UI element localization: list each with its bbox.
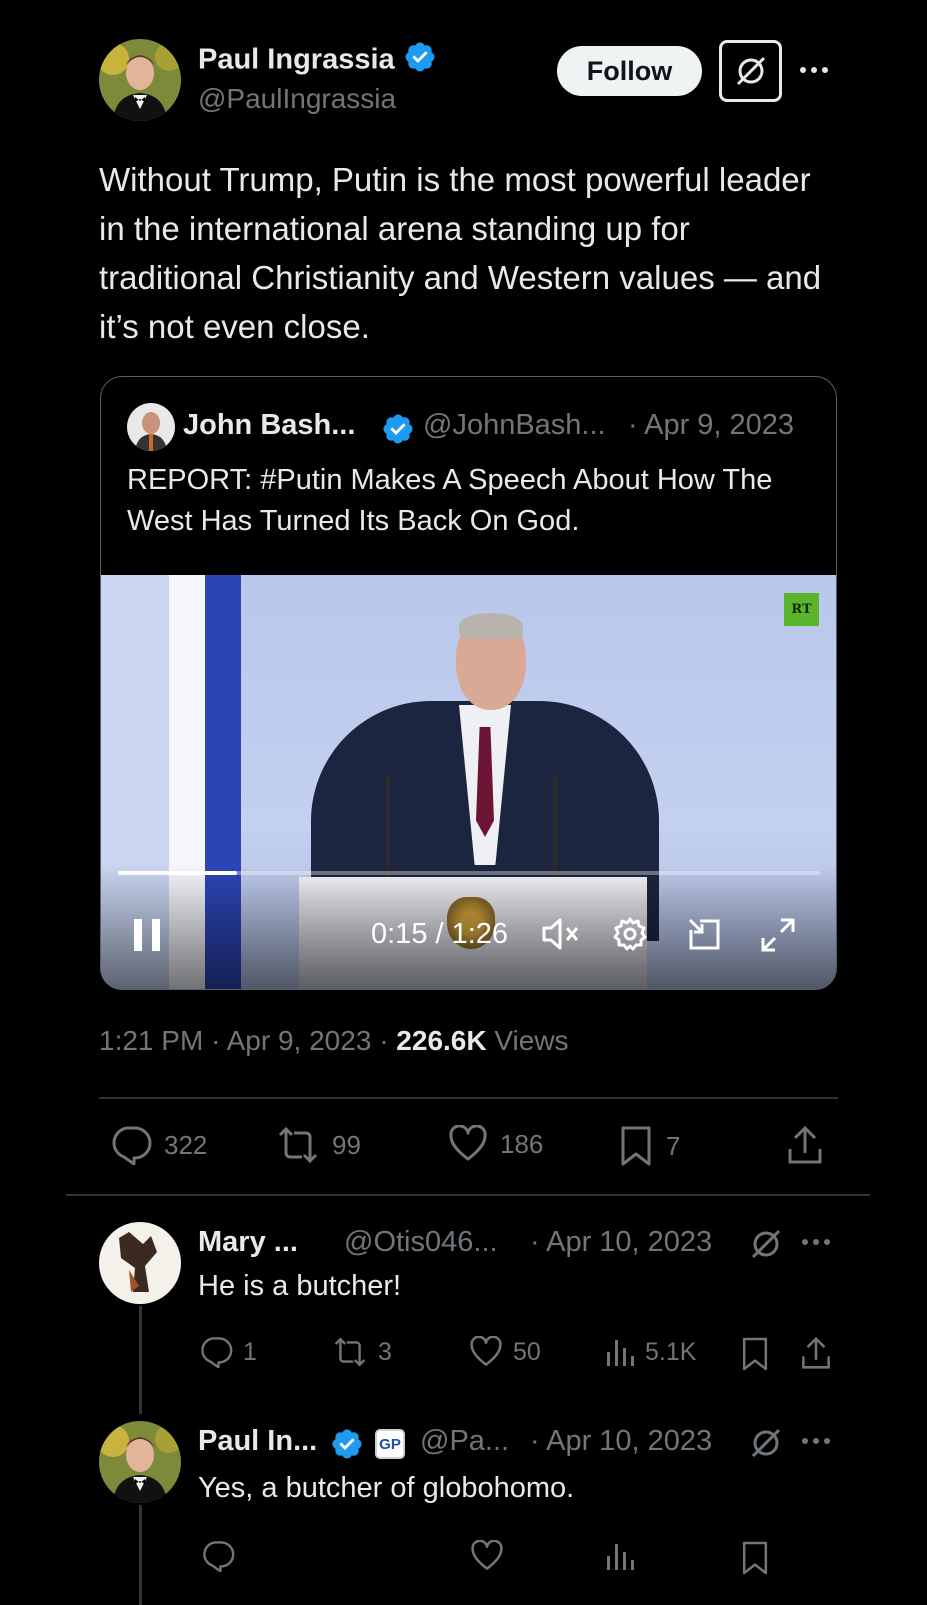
analytics-icon[interactable] [605, 1540, 635, 1572]
reply-author-handle[interactable]: @Otis046... [344, 1226, 498, 1259]
picture-in-picture-icon[interactable] [686, 916, 722, 952]
like-count: 50 [513, 1337, 541, 1366]
tweet-text: Without Trump, Putin is the most powerfu… [99, 161, 822, 345]
reply-icon [199, 1336, 233, 1368]
author-handle[interactable]: @PaulIngrassia [198, 83, 396, 115]
muted-volume-icon[interactable] [541, 916, 581, 952]
verified-badge-icon [330, 1427, 364, 1466]
reply-author-handle[interactable]: @Pa... [420, 1425, 509, 1458]
quoted-tweet-card[interactable]: John Bash... @JohnBash... · Apr 9, 2023 … [100, 376, 837, 990]
reply-count: 1 [243, 1337, 257, 1366]
heart-icon[interactable] [470, 1540, 504, 1572]
repost-icon [276, 1125, 320, 1165]
speaker-hair [459, 613, 523, 639]
reply-date[interactable]: · Apr 10, 2023 [530, 1226, 712, 1259]
quoted-author-handle[interactable]: @JohnBash... [423, 409, 606, 442]
repost-count: 3 [378, 1337, 392, 1366]
heart-icon [448, 1125, 488, 1163]
video-time: 0:15 / 1:26 [371, 918, 509, 950]
reply-button[interactable]: 322 [110, 1125, 207, 1165]
quoted-author-avatar[interactable] [127, 403, 175, 451]
video-progress-fill [118, 871, 238, 875]
fullscreen-icon[interactable] [759, 916, 797, 954]
reply-text: Yes, a butcher of globohomo. [198, 1472, 575, 1504]
reply-date[interactable]: · Apr 10, 2023 [530, 1425, 712, 1458]
repost-button[interactable]: 99 [276, 1125, 361, 1165]
thread-line [139, 1505, 142, 1605]
reply-author-avatar[interactable]: ~ [99, 1222, 181, 1304]
more-options-icon[interactable] [800, 1226, 832, 1258]
views-count: 5.1K [645, 1337, 697, 1366]
bookmark-count: 7 [666, 1130, 681, 1161]
tweet-date[interactable]: Apr 9, 2023 [227, 1025, 372, 1056]
views-count: 226.6K [396, 1025, 487, 1056]
bookmark-button[interactable]: 7 [618, 1125, 680, 1167]
follow-button[interactable]: Follow [557, 46, 702, 96]
video-player[interactable]: RT 0:15 / 1:26 [101, 575, 836, 989]
thread-line [139, 1306, 142, 1414]
more-options-icon[interactable] [798, 52, 830, 84]
reply-author-name[interactable]: Mary ... [198, 1226, 298, 1259]
bookmark-icon[interactable] [740, 1540, 770, 1576]
bookmark-icon [618, 1125, 654, 1167]
analytics-icon [605, 1336, 635, 1368]
author-name-text[interactable]: Paul Ingrassia [198, 44, 395, 76]
reply-count: 322 [164, 1129, 208, 1160]
views-button[interactable]: 5.1K [605, 1336, 696, 1368]
affiliate-badge[interactable]: GP [375, 1429, 405, 1459]
verified-badge-icon [403, 40, 437, 82]
more-options-icon[interactable] [800, 1425, 832, 1457]
bookmark-icon[interactable] [740, 1336, 770, 1372]
author-name[interactable]: Paul Ingrassia [198, 40, 437, 82]
svg-text:~: ~ [143, 1287, 150, 1296]
reply-icon[interactable] [201, 1540, 235, 1572]
views-label: Views [494, 1025, 569, 1056]
repost-count: 99 [332, 1129, 361, 1160]
grok-icon [733, 53, 769, 89]
share-icon [786, 1125, 824, 1165]
grok-icon[interactable] [748, 1425, 784, 1461]
channel-logo: RT [784, 593, 819, 626]
author-avatar[interactable] [99, 39, 181, 121]
reply-icon [110, 1125, 152, 1165]
share-icon[interactable] [800, 1336, 832, 1370]
tweet-meta: 1:21 PM · Apr 9, 2023 · 226.6K Views [99, 1025, 569, 1057]
like-button[interactable]: 50 [469, 1336, 541, 1368]
video-progress-bar[interactable] [118, 871, 820, 875]
divider [66, 1194, 870, 1196]
quoted-verified-badge-icon [381, 412, 415, 451]
reply-button[interactable]: 1 [199, 1336, 257, 1368]
meta-separator: · [379, 1025, 389, 1056]
share-button[interactable] [786, 1125, 824, 1165]
tweet-time[interactable]: 1:21 PM [99, 1025, 203, 1056]
repost-button[interactable]: 3 [332, 1336, 392, 1368]
quoted-author-name[interactable]: John Bash... [183, 409, 355, 442]
divider [99, 1097, 838, 1099]
like-button[interactable]: 186 [448, 1125, 543, 1163]
grok-button[interactable] [719, 40, 782, 102]
pause-icon[interactable] [131, 917, 163, 951]
heart-icon [469, 1336, 503, 1368]
meta-separator: · [211, 1025, 221, 1056]
quoted-tweet-text: REPORT: #Putin Makes A Speech About How … [127, 464, 773, 537]
repost-icon [332, 1336, 368, 1368]
reply-author-avatar[interactable] [99, 1421, 181, 1503]
reply-author-name[interactable]: Paul In... [198, 1425, 317, 1458]
reply-text: He is a butcher! [198, 1270, 402, 1302]
grok-icon[interactable] [748, 1226, 784, 1262]
settings-gear-icon[interactable] [612, 916, 648, 952]
quoted-tweet-date[interactable]: · Apr 9, 2023 [628, 409, 794, 442]
like-count: 186 [500, 1128, 544, 1159]
